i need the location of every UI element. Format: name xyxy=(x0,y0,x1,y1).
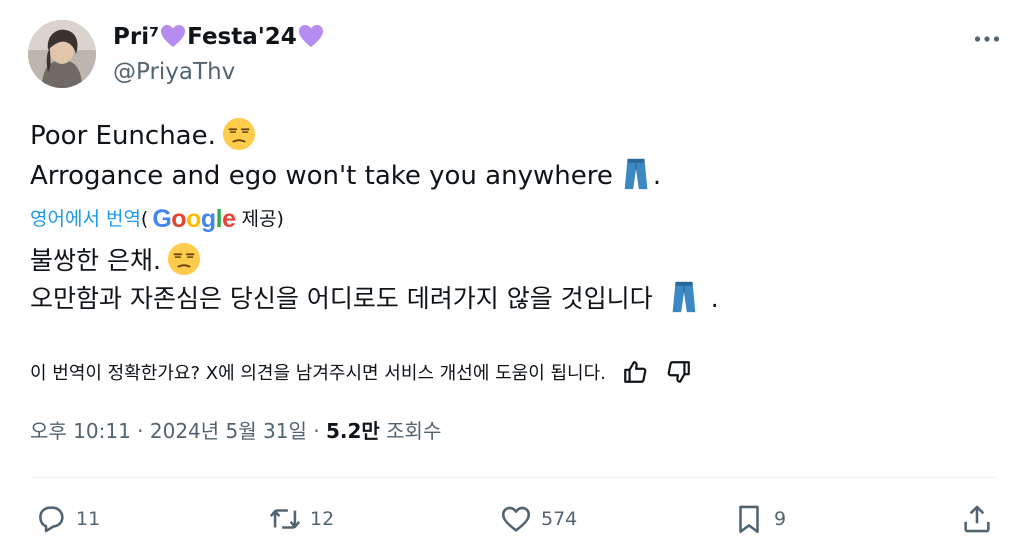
translated-text: 불쌍한 은채. 오만함과 자존심은 당신을 어디로도 데려가지 않을 것입니다 … xyxy=(30,242,719,318)
avatar[interactable] xyxy=(28,20,96,88)
display-name-part1: Pri⁷ xyxy=(113,24,160,50)
like-count: 574 xyxy=(541,508,578,530)
display-name-part2: Festa'24 xyxy=(187,24,297,50)
purple-heart-emoji xyxy=(160,24,186,48)
display-name[interactable]: Pri⁷ Festa'24 xyxy=(113,22,325,52)
translation-feedback: 이 번역이 정확한가요? X에 의견을 남겨주시면 서비스 개선에 도움이 됩니… xyxy=(30,356,694,388)
thumbs-up-button[interactable] xyxy=(620,357,650,387)
share-button[interactable] xyxy=(960,499,994,539)
meta-separator: · xyxy=(306,419,326,443)
feedback-question: 이 번역이 정확한가요? X에 의견을 남겨주시면 서비스 개선에 도움이 됩니… xyxy=(30,363,606,384)
unamused-face-emoji xyxy=(222,117,255,151)
repost-icon xyxy=(269,509,301,529)
jeans-emoji xyxy=(672,281,696,313)
more-options-button[interactable] xyxy=(972,24,1002,54)
repost-button[interactable]: 12 xyxy=(268,499,334,539)
tweet-meta: 오후 10:11 · 2024년 5월 31일 · 5.2만 조회수 xyxy=(30,416,441,446)
more-icon xyxy=(974,36,1000,42)
translated-line-2-text: 오만함과 자존심은 당신을 어디로도 데려가지 않을 것입니다 xyxy=(30,284,653,313)
google-letter: e xyxy=(222,205,236,233)
user-handle[interactable]: @PriyaThv xyxy=(113,57,235,87)
translated-line-1-text: 불쌍한 은채. xyxy=(30,246,161,275)
translated-line-2-end: . xyxy=(710,284,719,313)
tweet-line-1: Poor Eunchae. xyxy=(30,116,661,156)
thumbs-down-button[interactable] xyxy=(664,357,694,387)
google-letter: G xyxy=(152,205,172,233)
views-count: 5.2만 xyxy=(325,419,380,443)
tweet-line-1-text: Poor Eunchae. xyxy=(30,121,216,151)
share-icon xyxy=(964,505,990,533)
google-letter: o xyxy=(186,205,201,233)
bookmark-icon xyxy=(739,505,759,534)
divider xyxy=(30,477,996,478)
jeans-emoji xyxy=(624,158,648,190)
reply-button[interactable]: 11 xyxy=(34,499,100,539)
tweet-line-2-end: . xyxy=(652,161,662,191)
meta-separator: · xyxy=(130,419,150,443)
tweet-date[interactable]: 2024년 5월 31일 xyxy=(150,419,307,443)
unamused-face-emoji xyxy=(167,242,200,276)
purple-heart-emoji xyxy=(298,24,324,48)
reply-icon xyxy=(39,506,64,533)
translation-attribution: 영어에서 번역(Google 제공) xyxy=(30,204,284,234)
google-letter: o xyxy=(171,205,187,233)
tweet-text: Poor Eunchae. Arrogance and ego won't ta… xyxy=(30,116,661,196)
tweet-detail: Pri⁷ Festa'24 @PriyaThv Poor Eunchae. Arr… xyxy=(0,0,1024,560)
views-label: 조회수 xyxy=(379,419,442,443)
tweet-line-2: Arrogance and ego won't take you anywher… xyxy=(30,156,661,196)
thumbs-up-icon xyxy=(624,361,647,383)
translated-line-1: 불쌍한 은채. xyxy=(30,242,719,280)
tweet-time[interactable]: 오후 10:11 xyxy=(30,419,131,443)
bookmark-count: 9 xyxy=(774,508,787,530)
translate-link[interactable]: 영어에서 번역 xyxy=(30,204,141,234)
bookmark-button[interactable]: 9 xyxy=(732,499,786,539)
google-letter: g xyxy=(200,205,216,233)
tweet-line-2-text: Arrogance and ego won't take you anywher… xyxy=(30,161,613,191)
translated-line-2: 오만함과 자존심은 당신을 어디로도 데려가지 않을 것입니다 . xyxy=(30,280,719,318)
paren-open: ( xyxy=(140,208,149,230)
like-button[interactable]: 574 xyxy=(499,499,577,539)
provided-label: 제공) xyxy=(241,208,284,230)
avatar-image xyxy=(28,20,96,88)
thumbs-down-icon xyxy=(667,361,690,383)
like-icon xyxy=(501,506,531,532)
repost-count: 12 xyxy=(310,508,335,530)
google-logo: Google xyxy=(152,204,236,234)
reply-count: 11 xyxy=(76,508,101,530)
